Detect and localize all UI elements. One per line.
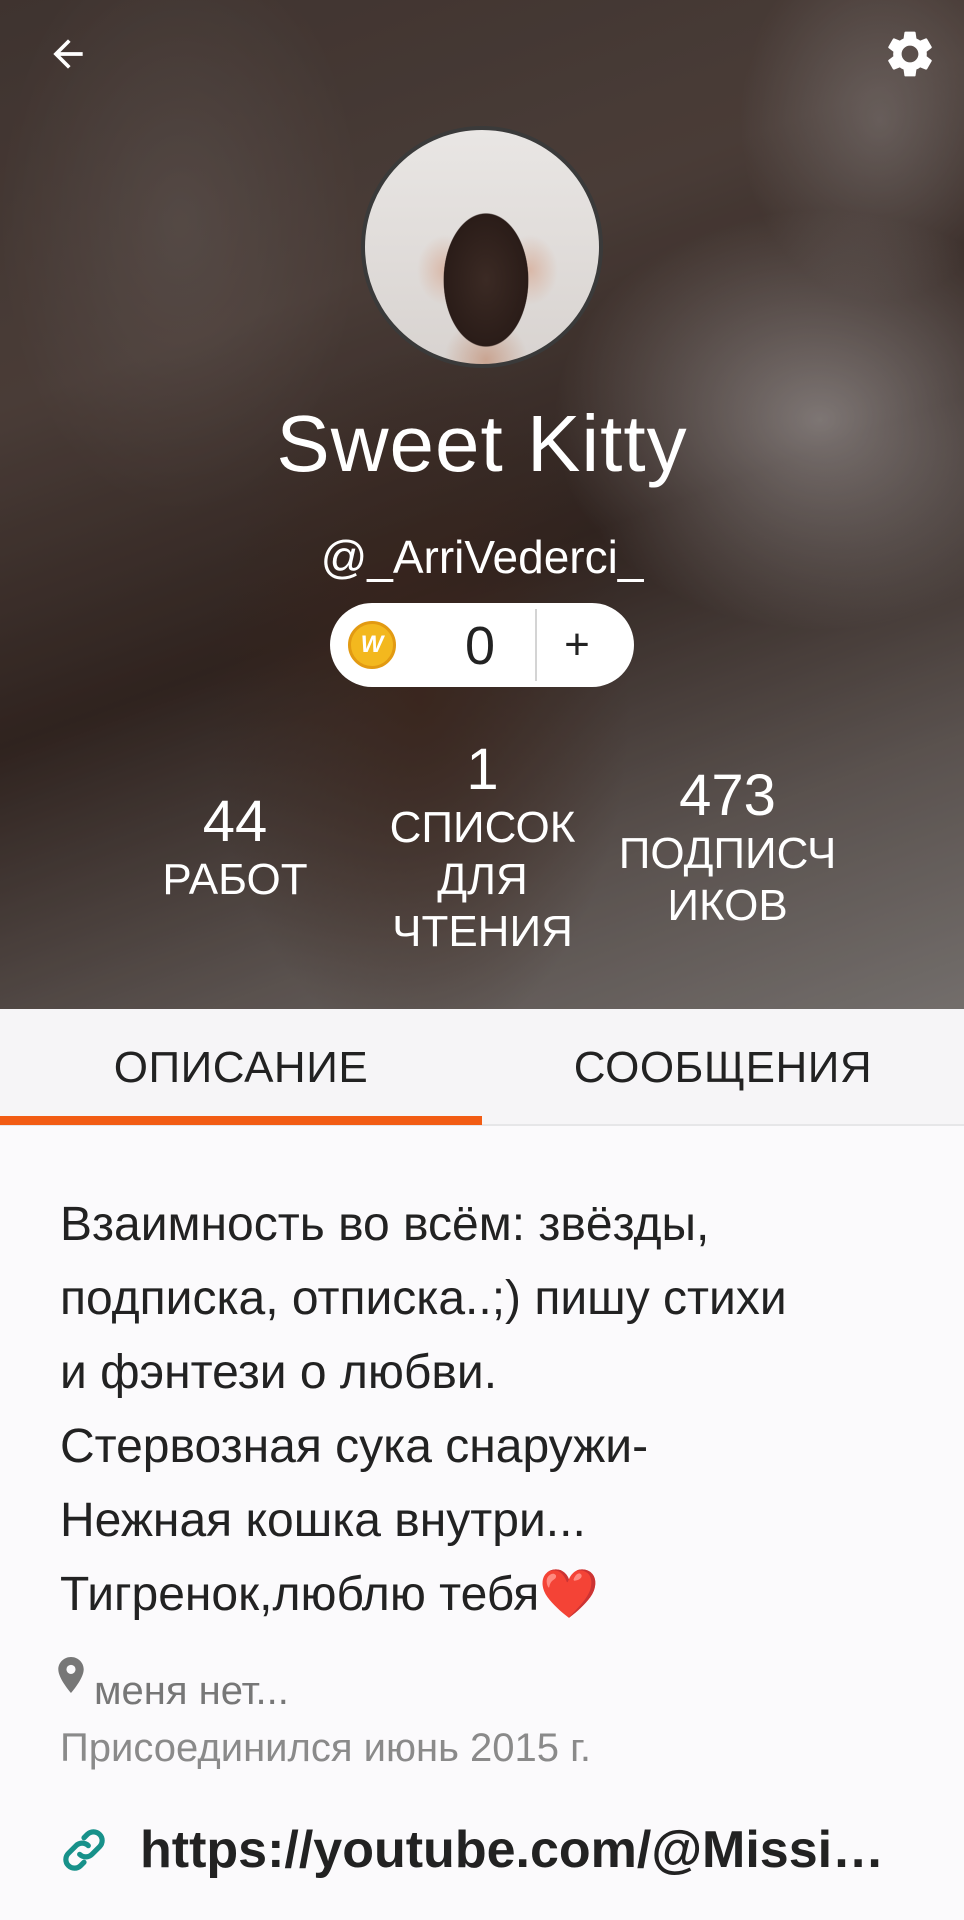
stat-reading-lists[interactable]: 1 СПИСОК ДЛЯ ЧТЕНИЯ <box>370 738 595 958</box>
description-line: Стервозная сука снаружи- <box>60 1420 649 1473</box>
profile-tabs: ОПИСАНИЕ СООБЩЕНИЯ <box>0 1009 964 1126</box>
arrow-left-icon <box>53 39 83 69</box>
tab-description[interactable]: ОПИСАНИЕ <box>0 1009 482 1126</box>
profile-link-text[interactable]: https://youtube.com/@Missis_... <box>140 1820 900 1880</box>
profile-link[interactable]: https://youtube.com/@Missis_... <box>58 1820 900 1880</box>
active-tab-indicator <box>0 1116 482 1125</box>
description-line-last: Тигренок,люблю тебя❤️ <box>60 1558 920 1632</box>
stat-followers-label-line: ПОДПИСЧ <box>618 829 837 878</box>
coin-icon: W <box>348 621 396 669</box>
link-icon <box>63 1829 105 1871</box>
coins-widget: W 0 + <box>330 603 634 687</box>
description-line: Нежная кошка внутри... <box>60 1494 586 1547</box>
stat-works-value: 44 <box>202 789 268 854</box>
tab-messages[interactable]: СООБЩЕНИЯ <box>482 1009 964 1126</box>
settings-button[interactable] <box>870 14 950 94</box>
stat-followers[interactable]: 473 ПОДПИСЧ ИКОВ <box>610 764 845 932</box>
profile-description: Взаимность во всём: звёзды, подписка, от… <box>60 1188 920 1632</box>
coin-balance: 0 <box>464 616 496 676</box>
description-line: Тигренок,люблю тебя <box>60 1568 540 1621</box>
heart-emoji: ❤️ <box>539 1568 599 1621</box>
add-coins-button[interactable]: + <box>537 603 617 687</box>
avatar[interactable] <box>361 126 603 368</box>
stat-reading-lists-label-line: СПИСОК <box>389 803 576 852</box>
username: @_ArriVederci_ <box>320 531 644 583</box>
stat-reading-lists-value: 1 <box>466 737 499 802</box>
stat-works-label: РАБОТ <box>162 855 308 904</box>
stat-reading-lists-label-line: ДЛЯ <box>437 855 528 904</box>
back-button[interactable] <box>28 14 108 94</box>
joined-date: Присоединился июнь 2015 г. <box>60 1726 591 1770</box>
gear-icon <box>888 31 932 77</box>
description-line: подписка, отписка..;) пишу стихи <box>60 1272 787 1325</box>
profile-header: Sweet Kitty @_ArriVederci_ W 0 + 44 РАБО… <box>0 0 964 1009</box>
description-line: и фэнтези о любви. <box>60 1346 498 1399</box>
location-pin-icon <box>58 1657 84 1693</box>
stat-works[interactable]: 44 РАБОТ <box>140 790 330 906</box>
location-text: меня нет... <box>94 1669 289 1713</box>
display-name: Sweet Kitty <box>276 399 688 488</box>
description-line: Взаимность во всём: звёзды, <box>60 1198 710 1251</box>
coin-letter: W <box>360 631 384 658</box>
location-row: меня нет... <box>58 1655 289 1714</box>
stat-followers-value: 473 <box>679 763 776 828</box>
stat-followers-label-line: ИКОВ <box>667 881 788 930</box>
stat-reading-lists-label-line: ЧТЕНИЯ <box>392 907 573 956</box>
